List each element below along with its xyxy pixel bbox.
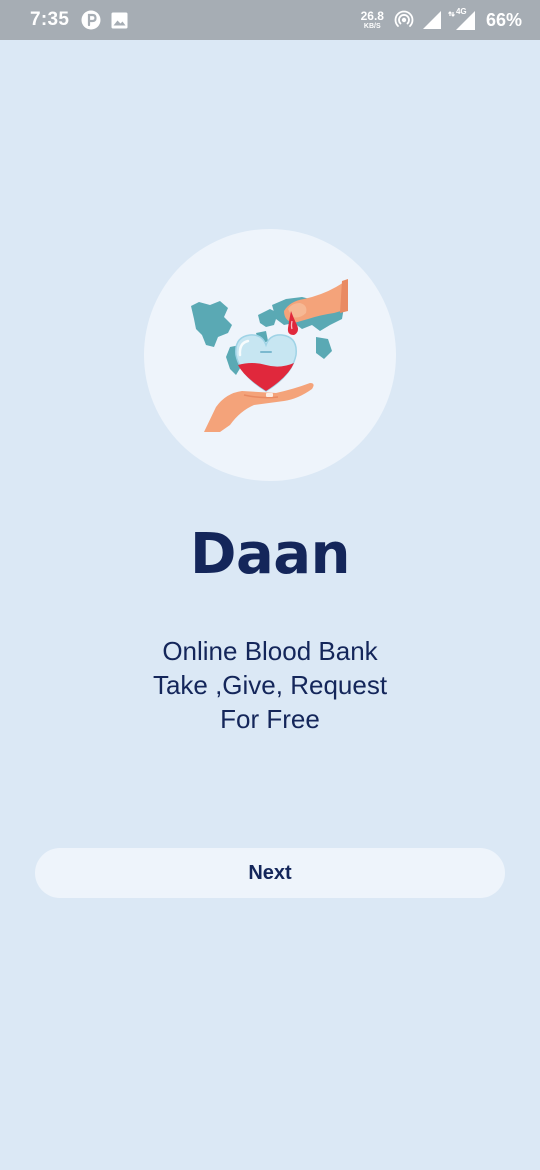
battery-level: 66% — [485, 9, 522, 30]
tagline-line-2: Take ,Give, Request — [152, 670, 388, 700]
receiver-hand-icon — [204, 383, 314, 432]
pinterest-icon — [81, 10, 101, 30]
status-bar: 7:35 26.8 KB/S 4G 66% — [0, 0, 540, 40]
status-bar-left: 7:35 — [30, 7, 128, 33]
heart-jar-icon — [235, 334, 297, 392]
blood-donation-illustration — [191, 279, 348, 432]
network-speed-unit: KB/S — [363, 23, 381, 30]
network-speed-value: 26.8 — [360, 9, 384, 23]
status-time: 7:35 — [30, 9, 70, 30]
network-type: 4G — [455, 7, 467, 16]
network-speed: 26.8 KB/S — [361, 10, 384, 30]
app-title: Daan — [190, 522, 350, 587]
hotspot-icon — [394, 10, 414, 30]
next-button[interactable]: Next — [35, 848, 505, 898]
status-bar-right: 26.8 KB/S 4G 66% — [361, 7, 522, 33]
hero-illustration — [144, 229, 396, 481]
app-tagline: Online Blood Bank Take ,Give, Request Fo… — [0, 634, 540, 736]
signal-icon — [422, 10, 442, 30]
image-icon — [111, 12, 128, 29]
tagline-line-1: Online Blood Bank — [162, 636, 378, 666]
tagline-line-3: For Free — [220, 704, 320, 734]
lte-signal-icon: 4G — [448, 7, 476, 31]
